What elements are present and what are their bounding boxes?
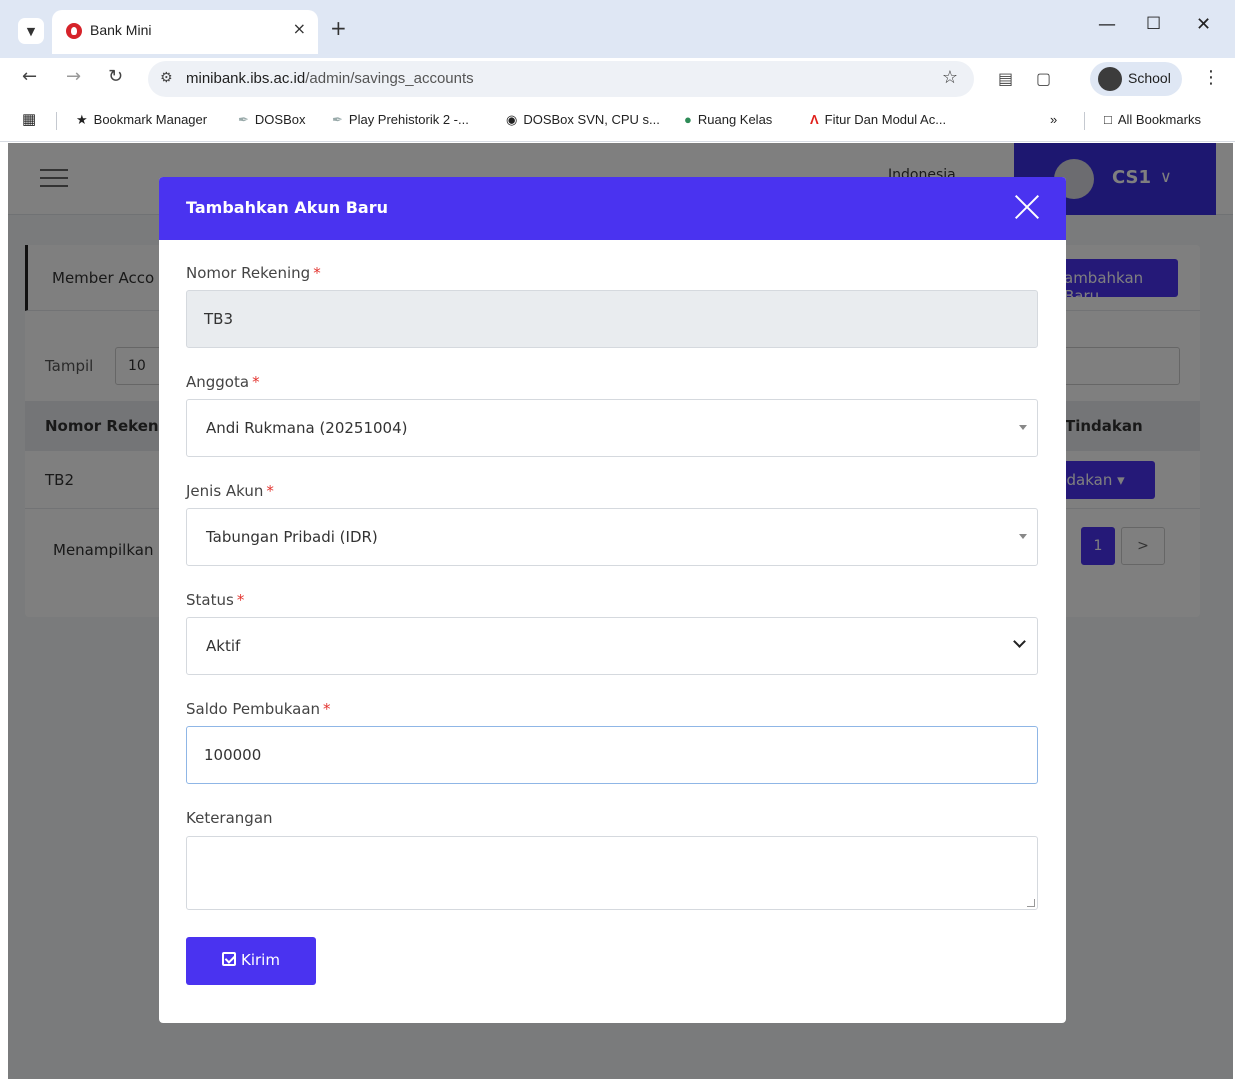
minimize-icon[interactable]: — (1098, 14, 1116, 35)
window-close-icon[interactable]: ✕ (1196, 14, 1211, 35)
invader-icon: ◉ (506, 112, 518, 127)
bookmark-item[interactable]: ✒ Play Prehistorik 2 -... (332, 112, 469, 128)
reload-icon[interactable]: ↻ (108, 66, 123, 87)
classroom-icon: ● (684, 112, 692, 127)
submit-label: Kirim (241, 951, 280, 969)
back-arrow-icon[interactable]: ← (22, 66, 37, 87)
chevron-down-icon (1013, 636, 1027, 650)
browser-toolbar: ← → ↻ ⚙ minibank.ibs.ac.id/admin/savings… (0, 58, 1235, 100)
account-type-label: Jenis Akun * (186, 482, 274, 500)
tab-search-button[interactable]: ▼ (18, 18, 44, 44)
profile-button[interactable]: School (1090, 62, 1182, 96)
bookmarks-divider (1084, 112, 1085, 130)
dosbox-icon: ✒ (238, 112, 249, 127)
all-bookmarks-button[interactable]: □ All Bookmarks (1104, 112, 1201, 127)
url-text: minibank.ibs.ac.id/admin/savings_account… (186, 70, 474, 87)
checkbox-check-icon (222, 952, 236, 966)
new-tab-button[interactable]: + (330, 16, 347, 40)
status-value: Aktif (206, 637, 241, 655)
modal-header: Tambahkan Akun Baru (159, 177, 1066, 240)
account-type-select[interactable]: Tabungan Pribadi (IDR) (186, 508, 1038, 566)
opening-balance-input[interactable]: 100000 (186, 726, 1038, 784)
caret-down-icon (1019, 534, 1027, 539)
member-select[interactable]: Andi Rukmana (20251004) (186, 399, 1038, 457)
dosbox-icon: ✒ (332, 112, 343, 127)
bookmarks-overflow-button[interactable]: » (1050, 112, 1057, 127)
profile-label: School (1128, 70, 1171, 86)
close-icon[interactable] (1013, 193, 1041, 221)
note-label: Keterangan (186, 809, 273, 827)
adobe-icon: Λ (810, 112, 819, 127)
browser-tab-active[interactable]: Bank Mini × (52, 10, 318, 54)
site-info-icon[interactable]: ⚙ (160, 70, 173, 86)
account-type-value: Tabungan Pribadi (IDR) (206, 528, 378, 546)
bookmark-item[interactable]: ★ Bookmark Manager (76, 112, 207, 128)
add-account-modal: Tambahkan Akun Baru Nomor Rekening * TB3 … (159, 177, 1066, 1023)
modal-title: Tambahkan Akun Baru (186, 198, 389, 217)
caret-down-icon (1019, 425, 1027, 430)
status-select[interactable]: Aktif (186, 617, 1038, 675)
bookmark-item[interactable]: ✒ DOSBox (238, 112, 305, 128)
account-number-value: TB3 (204, 310, 233, 328)
folder-icon: □ (1104, 112, 1112, 127)
account-number-field: TB3 (186, 290, 1038, 348)
opening-balance-label: Saldo Pembukaan * (186, 700, 331, 718)
bookmark-item[interactable]: Λ Fitur Dan Modul Ac... (810, 112, 946, 127)
chevron-down-icon: ▼ (26, 24, 36, 38)
maximize-icon[interactable]: ☐ (1146, 14, 1161, 34)
bookmark-star-icon[interactable]: ☆ (942, 67, 958, 88)
status-label: Status * (186, 591, 245, 609)
apps-grid-icon[interactable]: ▦ (22, 110, 36, 128)
reading-list-icon[interactable]: ▤ (998, 69, 1013, 88)
tab-title: Bank Mini (90, 22, 152, 38)
bookmarks-divider (56, 112, 57, 130)
browser-tabstrip: ▼ Bank Mini × + — ☐ ✕ (0, 0, 1235, 58)
profile-avatar-icon (1098, 67, 1122, 91)
submit-button[interactable]: Kirim (186, 937, 316, 985)
address-bar[interactable]: ⚙ minibank.ibs.ac.id/admin/savings_accou… (148, 61, 974, 97)
bank-favicon-icon (66, 23, 82, 39)
bookmark-item[interactable]: ◉ DOSBox SVN, CPU s... (506, 112, 660, 128)
browser-menu-icon[interactable]: ⋮ (1202, 67, 1220, 88)
resize-handle-icon[interactable] (1027, 899, 1035, 907)
tab-close-icon[interactable]: × (293, 19, 306, 38)
member-value: Andi Rukmana (20251004) (206, 419, 408, 437)
bookmarks-bar: ▦ ★ Bookmark Manager ✒ DOSBox ✒ Play Prehis… (0, 100, 1235, 142)
account-number-label: Nomor Rekening * (186, 264, 321, 282)
star-icon: ★ (76, 112, 88, 127)
forward-arrow-icon[interactable]: → (66, 66, 81, 87)
extensions-icon[interactable]: ▢ (1036, 69, 1051, 88)
bookmark-item[interactable]: ● Ruang Kelas (684, 112, 772, 127)
note-textarea[interactable] (186, 836, 1038, 910)
opening-balance-value: 100000 (204, 746, 262, 764)
member-label: Anggota * (186, 373, 260, 391)
